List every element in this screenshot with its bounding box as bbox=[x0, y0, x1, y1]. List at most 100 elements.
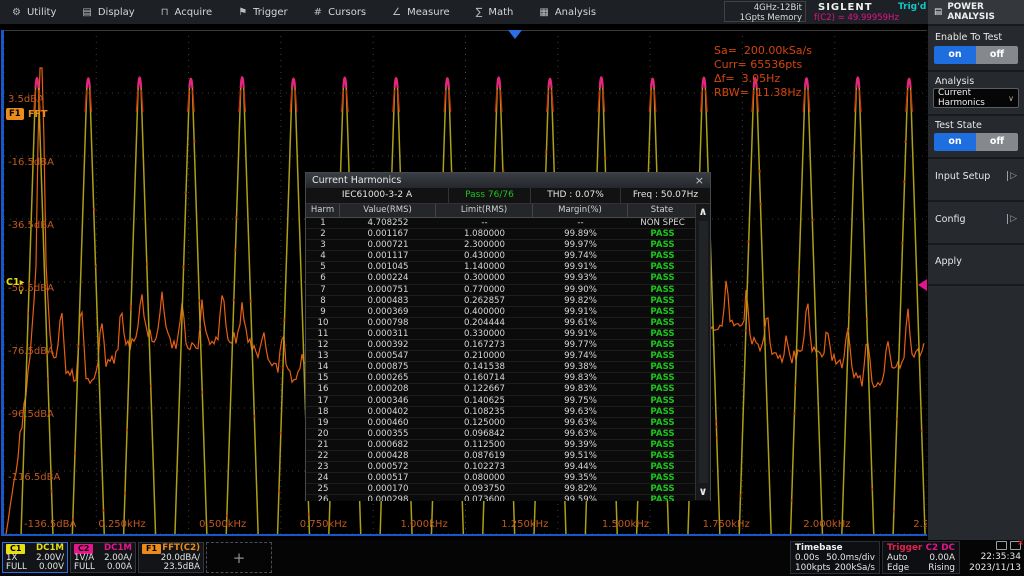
table-cell: 99.63% bbox=[533, 407, 628, 417]
add-channel-box[interactable]: + bbox=[206, 542, 272, 573]
channel-box-c1[interactable]: C1DC1M1X2.00V/FULL0.00V bbox=[2, 542, 68, 573]
trigger-title: Trigger bbox=[887, 543, 922, 553]
table-cell: PASS bbox=[628, 462, 697, 472]
scroll-down-icon[interactable]: ∨ bbox=[696, 484, 711, 500]
menu-item-label: Trigger bbox=[253, 7, 288, 18]
scroll-up-icon[interactable]: ∧ bbox=[696, 204, 711, 220]
device-info-box: 4GHz-12Bit 1Gpts Memory bbox=[724, 1, 806, 22]
table-row[interactable]: 240.0005170.08000099.35%PASS bbox=[306, 473, 710, 484]
menu-item-label: Analysis bbox=[555, 7, 596, 18]
dialog-title-bar[interactable]: Current Harmonics × bbox=[306, 173, 710, 188]
table-row[interactable]: 220.0004280.08761999.51%PASS bbox=[306, 451, 710, 462]
table-cell: 21 bbox=[306, 440, 340, 450]
table-row[interactable]: 180.0004020.10823599.63%PASS bbox=[306, 407, 710, 418]
table-cell: 0.000208 bbox=[340, 384, 436, 394]
config-item[interactable]: Config bbox=[935, 214, 965, 225]
close-icon[interactable]: × bbox=[695, 175, 704, 186]
menu-item-utility[interactable]: ⚙Utility bbox=[12, 7, 56, 18]
table-cell: 24 bbox=[306, 473, 340, 483]
f1-trace-badge[interactable]: F1 bbox=[6, 108, 24, 120]
channel-box-f1[interactable]: F1FFT(C2)20.0dBA/23.5dBA bbox=[138, 542, 204, 573]
table-row[interactable]: 80.0004830.26285799.82%PASS bbox=[306, 296, 710, 307]
menu-item-label: Display bbox=[98, 7, 135, 18]
apply-button[interactable]: Apply bbox=[935, 256, 962, 267]
menu-item-cursors[interactable]: #Cursors bbox=[314, 7, 366, 18]
table-cell: 3 bbox=[306, 240, 340, 250]
table-row[interactable]: 14.708252----NON SPEC bbox=[306, 218, 710, 229]
table-row[interactable]: 110.0003110.33000099.91%PASS bbox=[306, 329, 710, 340]
menu-item-acquire[interactable]: ⊓Acquire bbox=[161, 7, 212, 18]
trigger-box[interactable]: Trigger C2 DC Auto 0.00A Edge Rising bbox=[882, 541, 960, 574]
scrollbar[interactable]: ∧ ∨ bbox=[695, 204, 710, 500]
menu-items: ⚙Utility ▤Display ⊓Acquire ⚑ Trigger #Cursors… bbox=[12, 7, 596, 18]
table-row[interactable]: 70.0007510.77000099.90%PASS bbox=[306, 285, 710, 296]
table-row[interactable]: 230.0005720.10227399.44%PASS bbox=[306, 462, 710, 473]
x-axis-label: 2.000kHz bbox=[803, 519, 850, 530]
table-row[interactable]: 30.0007212.30000099.97%PASS bbox=[306, 240, 710, 251]
table-cell: PASS bbox=[628, 362, 697, 372]
table-row[interactable]: 260.0002980.07360099.59%PASS bbox=[306, 495, 710, 501]
table-row[interactable]: 100.0007980.20444499.61%PASS bbox=[306, 318, 710, 329]
table-row[interactable]: 50.0010451.14000099.91%PASS bbox=[306, 262, 710, 273]
input-setup-item[interactable]: Input Setup bbox=[935, 171, 990, 182]
analysis-dropdown[interactable]: Current Harmonics ∨ bbox=[933, 88, 1019, 108]
enable-on-button[interactable]: on bbox=[934, 46, 976, 64]
timebase-box[interactable]: Timebase 0.00s 50.0ms/div 100kpts 200kSa… bbox=[790, 541, 880, 574]
table-row[interactable]: 250.0001700.09375099.82%PASS bbox=[306, 484, 710, 495]
menu-item-display[interactable]: ▤Display bbox=[82, 7, 134, 18]
table-cell: 1 bbox=[306, 218, 340, 228]
table-row[interactable]: 200.0003550.09684299.63%PASS bbox=[306, 429, 710, 440]
table-cell: 99.91% bbox=[533, 329, 628, 339]
table-row[interactable]: 120.0003920.16727399.77%PASS bbox=[306, 340, 710, 351]
table-row[interactable]: 160.0002080.12266799.83%PASS bbox=[306, 384, 710, 395]
table-cell: 12 bbox=[306, 340, 340, 350]
divider bbox=[928, 157, 1024, 159]
menu-item-label: Cursors bbox=[328, 7, 366, 18]
scrollbar-track[interactable] bbox=[699, 221, 708, 483]
table-row[interactable]: 210.0006820.11250099.39%PASS bbox=[306, 440, 710, 451]
table-cell: 99.91% bbox=[533, 307, 628, 317]
table-row[interactable]: 170.0003460.14062599.75%PASS bbox=[306, 396, 710, 407]
x-axis-label: 1.000kHz bbox=[401, 519, 448, 530]
table-row[interactable]: 40.0011170.43000099.74%PASS bbox=[306, 251, 710, 262]
timebase-delay: 0.00s bbox=[795, 553, 819, 563]
flag-icon: ⚑ bbox=[238, 7, 247, 18]
menu-item-math[interactable]: ∑Math bbox=[476, 7, 514, 18]
table-cell: 99.89% bbox=[533, 229, 628, 239]
table-row[interactable]: 20.0011671.08000099.89%PASS bbox=[306, 229, 710, 240]
table-row[interactable]: 190.0004600.12500099.63%PASS bbox=[306, 418, 710, 429]
table-cell: 99.83% bbox=[533, 384, 628, 394]
trigger-position-marker[interactable] bbox=[508, 30, 522, 39]
menu-item-trigger[interactable]: ⚑ Trigger bbox=[238, 7, 287, 18]
table-cell: 0.000224 bbox=[340, 273, 436, 283]
divider bbox=[928, 284, 1024, 286]
x-axis-label: 0.500kHz bbox=[199, 519, 246, 530]
table-cell: PASS bbox=[628, 351, 697, 361]
test-state-on-button[interactable]: on bbox=[934, 133, 976, 151]
table-cell: 15 bbox=[306, 373, 340, 383]
table-row[interactable]: 140.0008750.14153899.38%PASS bbox=[306, 362, 710, 373]
table-row[interactable]: 90.0003690.40000099.91%PASS bbox=[306, 307, 710, 318]
plus-icon: + bbox=[233, 549, 246, 567]
submenu-arrow-icon: ▷ bbox=[1007, 171, 1017, 181]
test-state-off-button[interactable]: off bbox=[976, 133, 1018, 151]
enable-off-button[interactable]: off bbox=[976, 46, 1018, 64]
channel-box-c2[interactable]: C2DC1M1V/A2.00A/FULL0.00A bbox=[70, 542, 136, 573]
table-row[interactable]: 130.0005470.21000099.74%PASS bbox=[306, 351, 710, 362]
table-cell: 99.77% bbox=[533, 340, 628, 350]
trigger-level-marker[interactable] bbox=[918, 279, 927, 291]
menu-item-measure[interactable]: ∠Measure bbox=[392, 7, 449, 18]
table-cell: 0.108235 bbox=[436, 407, 533, 417]
table-cell: 0.000311 bbox=[340, 329, 436, 339]
column-header: Harm bbox=[306, 204, 340, 217]
menu-item-analysis[interactable]: ▦Analysis bbox=[539, 7, 596, 18]
table-cell: 99.63% bbox=[533, 418, 628, 428]
table-cell: PASS bbox=[628, 373, 697, 383]
channel-badge: F1 bbox=[142, 544, 161, 554]
current-harmonics-dialog: Current Harmonics × IEC61000-3-2 A Pass … bbox=[305, 172, 711, 501]
table-row[interactable]: 150.0002650.16071499.83%PASS bbox=[306, 373, 710, 384]
table-cell: 99.51% bbox=[533, 451, 628, 461]
menu-item-label: Measure bbox=[407, 7, 450, 18]
x-axis-label: 2.250 bbox=[913, 519, 927, 530]
table-row[interactable]: 60.0002240.30000099.93%PASS bbox=[306, 273, 710, 284]
